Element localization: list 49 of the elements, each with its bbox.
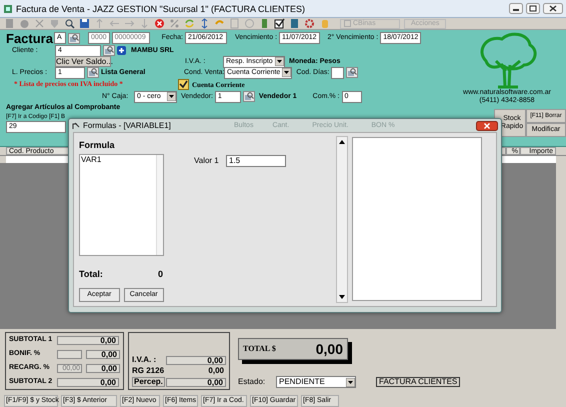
total-value: 0,00 [316,344,343,354]
label: Estado: [238,377,266,387]
value-field: 0,00 [86,350,120,358]
label: RG 2126 [132,366,165,376]
save-icon[interactable] [79,18,90,29]
lookup-icon[interactable] [68,32,80,44]
total-label: TOTAL $ [243,344,276,354]
empty-field [57,350,82,358]
search-icon[interactable] [64,18,75,29]
close-icon[interactable] [476,120,498,130]
lookup-icon[interactable] [103,45,115,56]
cancel-icon[interactable] [154,18,165,29]
minimize-icon[interactable] [509,3,523,14]
value-text: 0,00 [207,366,225,376]
value-field: 0,00 [57,336,119,344]
checkbox-icon[interactable] [274,18,285,29]
up-down-arrow-icon[interactable] [199,18,210,29]
value-field: 0,00 [57,378,119,386]
value-field: 0,00 [86,364,120,372]
label: Valor 1 [194,156,220,166]
perception-button[interactable]: Percep. [132,377,165,387]
form-title: Factura [6,32,52,44]
text-area[interactable] [352,137,482,301]
dialog-title: Formulas - [VARIABLE1] [83,120,172,130]
lookup-icon[interactable] [242,91,255,102]
plus-icon[interactable] [117,46,126,55]
caret-icon [167,92,176,101]
document-type-label: FACTURA CLIENTES [376,377,460,387]
dropdown[interactable]: PENDIENTE [276,376,356,388]
list-box[interactable]: VAR1 [79,154,164,256]
lookup-icon[interactable] [87,67,99,78]
value-field: 0,00 [166,378,226,386]
app-icon [3,4,13,14]
list-item[interactable]: VAR1 [81,155,155,165]
checkbox-icon[interactable] [178,79,189,90]
lookup-icon[interactable] [346,67,358,78]
text-field[interactable] [331,66,344,78]
close-icon[interactable] [543,3,563,14]
total-label: Total: [79,269,103,279]
value-input[interactable]: 1.5 [226,155,286,167]
caret-icon [275,57,284,66]
window-title: Factura de Venta - JAZZ GESTION "Sucursal 1" (FACTURA CLIENTES) [16,4,306,14]
caret-icon [282,68,292,77]
label: I.V.A. : [132,355,158,365]
value-field: 0,00 [166,356,226,364]
caret-icon [346,378,355,386]
total-value: 0 [158,269,163,279]
maximize-icon[interactable] [526,3,540,14]
balance-button[interactable]: Clic Ver Saldo... [55,56,111,67]
